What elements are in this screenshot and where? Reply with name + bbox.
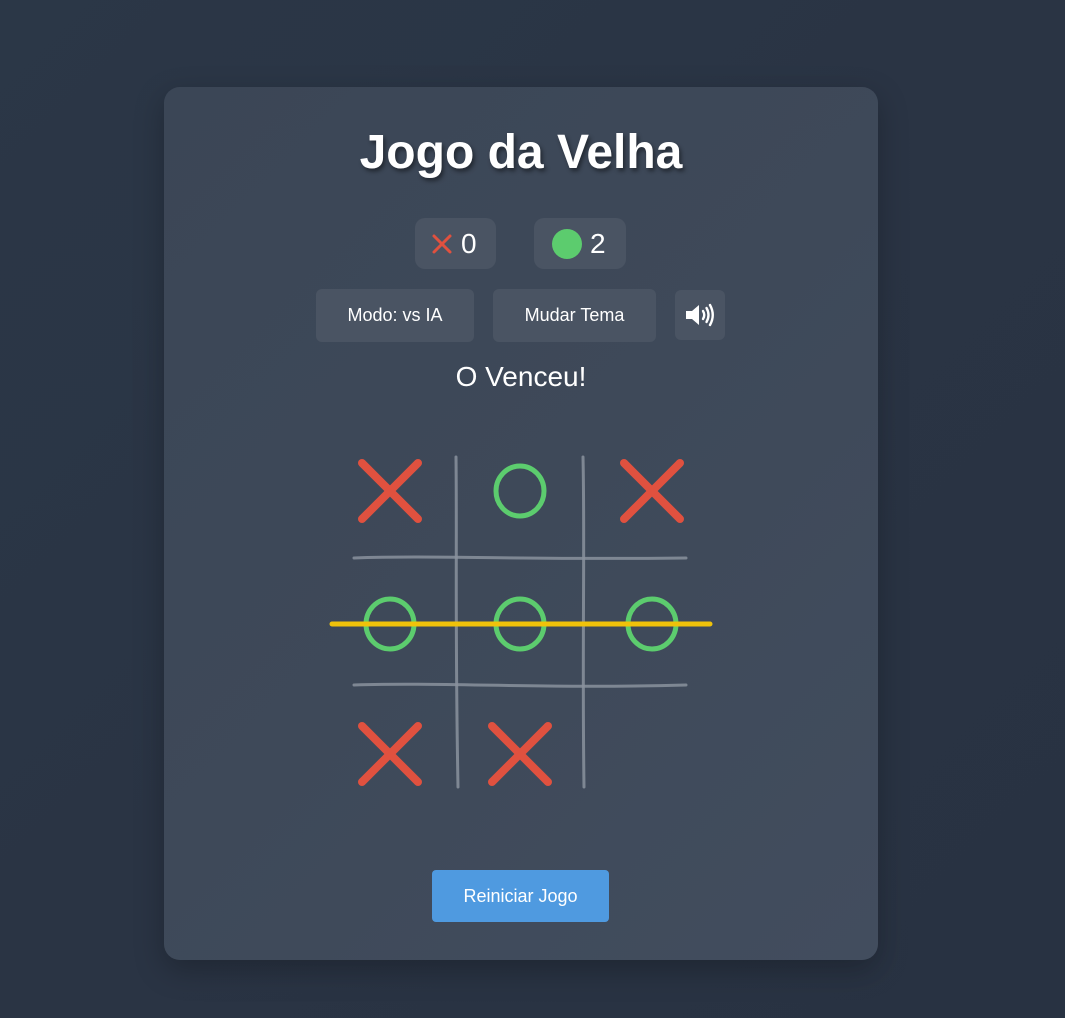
game-board xyxy=(324,447,724,797)
score-x-badge: 0 xyxy=(415,218,496,269)
board-cell-7[interactable] xyxy=(330,694,450,797)
theme-button[interactable]: Mudar Tema xyxy=(493,289,656,342)
x-player-icon xyxy=(432,234,452,253)
score-o-badge: 2 xyxy=(534,218,626,269)
board-cell-9[interactable] xyxy=(592,694,712,797)
restart-button[interactable]: Reiniciar Jogo xyxy=(432,870,609,922)
game-status: O Venceu! xyxy=(455,361,587,392)
mode-button[interactable]: Modo: vs IA xyxy=(316,289,474,342)
page-title: Jogo da Velha xyxy=(359,126,683,179)
board-grid xyxy=(329,447,713,797)
board-cell-2[interactable] xyxy=(460,447,580,551)
speaker-volume-icon xyxy=(686,303,714,327)
game-card: Jogo da Velha 0 2 Modo: vs IA Mudar Tema… xyxy=(164,87,878,960)
score-o-value: 2 xyxy=(590,227,606,259)
grid-line-h2 xyxy=(352,682,688,688)
board-cell-8[interactable] xyxy=(460,694,580,797)
board-cell-1[interactable] xyxy=(330,447,450,551)
sound-button[interactable] xyxy=(675,290,725,340)
board-cell-3[interactable] xyxy=(592,447,712,551)
score-x-value: 0 xyxy=(461,227,477,259)
grid-line-h1 xyxy=(352,555,688,560)
o-player-icon xyxy=(552,228,582,259)
